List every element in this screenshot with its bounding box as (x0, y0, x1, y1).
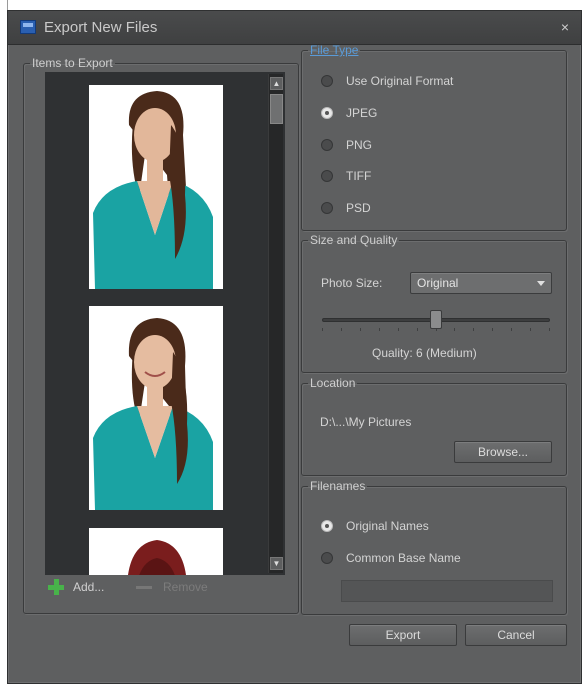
filenames-legend: Filenames (310, 479, 366, 493)
minus-icon (136, 585, 152, 589)
radio-use-original-format[interactable]: Use Original Format (321, 71, 453, 91)
photo-size-label: Photo Size: (321, 276, 383, 290)
radio-label: JPEG (346, 106, 378, 120)
slider-tick (322, 328, 323, 331)
radio-label: PNG (346, 138, 373, 152)
scroll-thumb[interactable] (270, 94, 283, 124)
chevron-down-icon (537, 281, 545, 286)
thumbnail-scrollbar[interactable]: ▲ ▼ (268, 74, 283, 573)
slider-tick (492, 328, 493, 331)
slider-tick (360, 328, 361, 331)
radio-button[interactable] (321, 170, 333, 182)
radio-png[interactable]: PNG (321, 135, 372, 155)
radio-jpeg[interactable]: JPEG (321, 103, 377, 123)
slider-tick (454, 328, 455, 331)
photo-size-dropdown[interactable]: Original (410, 272, 552, 294)
items-to-export-legend: Items to Export (32, 56, 113, 70)
base-name-input[interactable] (341, 580, 553, 602)
radio-tiff[interactable]: TIFF (321, 166, 371, 186)
quality-readout: Quality: 6 (Medium) (372, 346, 477, 360)
scroll-down-button[interactable]: ▼ (270, 557, 283, 570)
photo-3 (89, 528, 223, 575)
location-legend: Location (310, 376, 356, 390)
plus-icon (48, 579, 64, 595)
slider-tick (417, 328, 418, 331)
close-icon[interactable]: × (561, 19, 569, 35)
photo-2 (89, 306, 223, 510)
radio-button[interactable] (321, 552, 333, 564)
radio-label: Original Names (346, 519, 429, 533)
radio-label: PSD (346, 201, 371, 215)
remove-button[interactable]: Remove (136, 577, 208, 597)
file-type-legend: File Type (310, 43, 359, 57)
add-button[interactable]: Add... (48, 577, 104, 597)
radio-button[interactable] (321, 75, 333, 87)
add-label: Add... (73, 580, 105, 594)
radio-psd[interactable]: PSD (321, 198, 371, 218)
photo-1 (89, 85, 223, 289)
thumbnail-1[interactable] (89, 85, 223, 289)
quality-slider-thumb[interactable] (430, 310, 442, 329)
scroll-up-button[interactable]: ▲ (270, 77, 283, 90)
export-button[interactable]: Export (349, 624, 457, 646)
location-path: D:\...\My Pictures (320, 415, 412, 429)
size-and-quality-legend: Size and Quality (310, 233, 398, 247)
thumbnail-list[interactable]: ▲ ▼ (45, 72, 285, 575)
radio-label: TIFF (346, 169, 372, 183)
title-bar: Export New Files × (8, 11, 581, 45)
slider-tick (511, 328, 512, 331)
remove-label: Remove (163, 580, 208, 594)
slider-tick (473, 328, 474, 331)
radio-original-names[interactable]: Original Names (321, 516, 429, 536)
radio-button[interactable] (321, 139, 333, 151)
thumbnail-3[interactable] (89, 528, 223, 575)
browse-button[interactable]: Browse... (454, 441, 552, 463)
cancel-button[interactable]: Cancel (465, 624, 567, 646)
radio-button[interactable] (321, 202, 333, 214)
slider-tick (549, 328, 550, 331)
radio-label: Common Base Name (346, 551, 461, 565)
app-icon (20, 20, 36, 34)
radio-button-selected[interactable] (321, 520, 333, 532)
slider-tick (379, 328, 380, 331)
radio-button-selected[interactable] (321, 107, 333, 119)
slider-tick (530, 328, 531, 331)
slider-tick (398, 328, 399, 331)
radio-label: Use Original Format (346, 74, 454, 88)
radio-common-base-name[interactable]: Common Base Name (321, 548, 461, 568)
window-title: Export New Files (44, 19, 158, 36)
slider-tick (341, 328, 342, 331)
thumbnail-2[interactable] (89, 306, 223, 510)
photo-size-value: Original (417, 276, 459, 290)
